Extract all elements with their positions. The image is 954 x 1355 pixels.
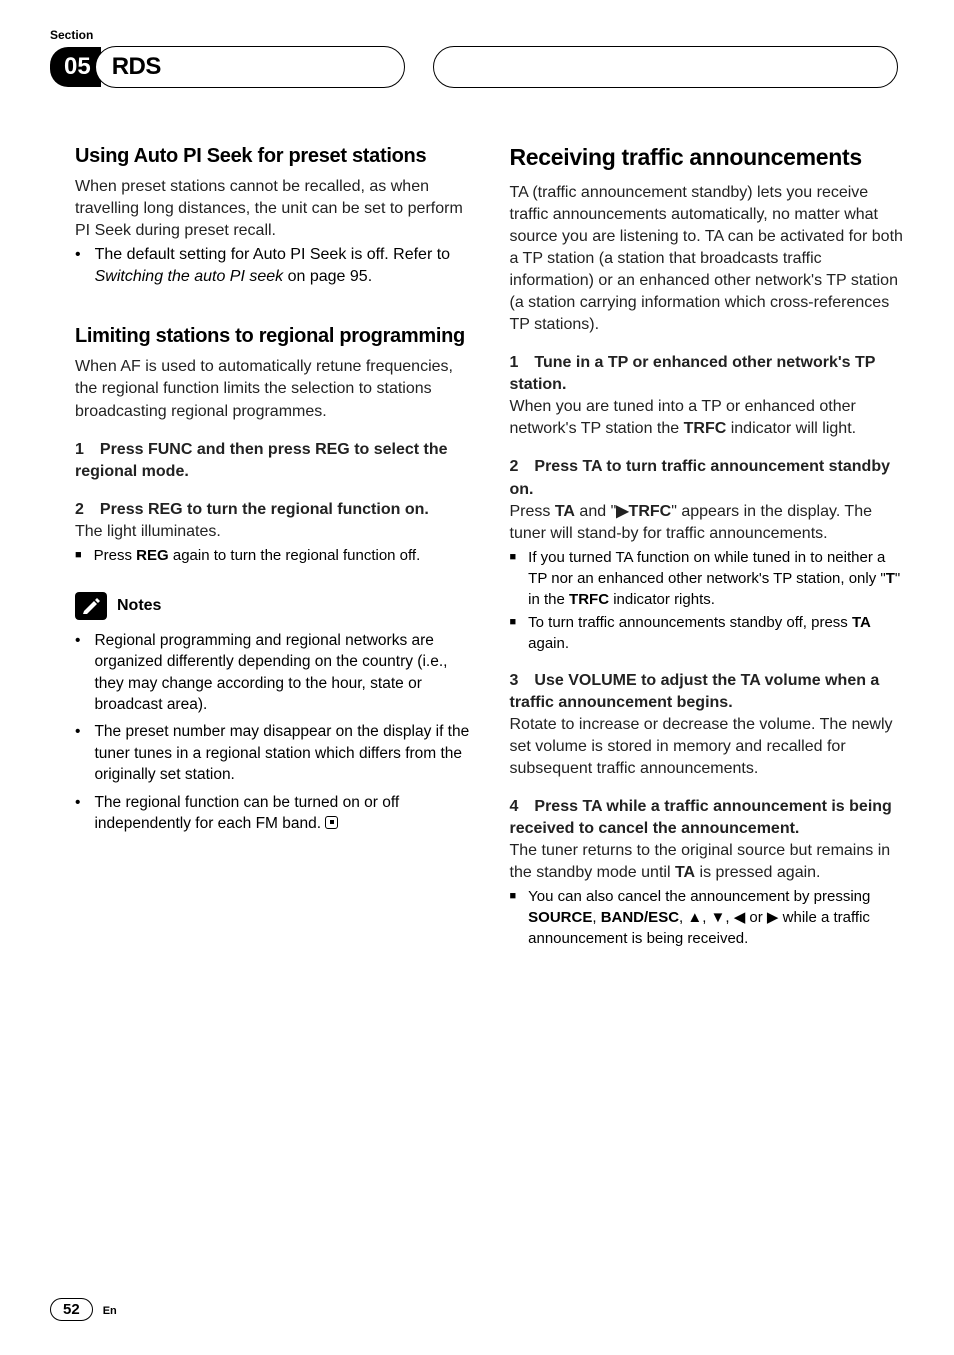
text: Press	[510, 503, 555, 520]
text-bold: TRFC	[569, 591, 609, 608]
notes-list: • Regional programming and regional netw…	[75, 630, 470, 834]
text-bold: T	[886, 570, 895, 587]
text: The default setting for Auto PI Seek is …	[95, 246, 450, 263]
step-2-head: 2 Press REG to turn the regional functio…	[75, 499, 470, 521]
section-label: Section	[50, 28, 954, 42]
list-item: ■ To turn traffic announcements standby …	[510, 612, 905, 654]
paragraph: When preset stations cannot be recalled,…	[75, 176, 470, 242]
list-item-text: Regional programming and regional networ…	[94, 630, 469, 716]
text-bold: ▶TRFC	[616, 503, 671, 520]
paragraph: When AF is used to automatically retune …	[75, 356, 470, 422]
step-2-body: Press TA and "▶TRFC" appears in the disp…	[510, 501, 905, 545]
text-italic: Switching the auto PI seek	[95, 268, 284, 285]
list-item: • Regional programming and regional netw…	[75, 630, 470, 716]
text: indicator will light.	[726, 420, 856, 437]
step-1-body: When you are tuned into a TP or enhanced…	[510, 396, 905, 440]
bullet-icon: •	[75, 630, 80, 716]
text: again to turn the regional function off.	[169, 547, 421, 564]
square-bullet-icon: ■	[510, 547, 517, 610]
content-columns: Using Auto PI Seek for preset stations W…	[0, 88, 954, 949]
text-bold: TA	[852, 614, 871, 631]
text: indicator rights.	[609, 591, 715, 608]
list-item: • The preset number may disappear on the…	[75, 721, 470, 785]
page-footer: 52 En	[50, 1298, 117, 1321]
list-item-text: The default setting for Auto PI Seek is …	[95, 244, 470, 288]
notes-header: Notes	[75, 592, 470, 620]
list-item: ■ If you turned TA function on while tun…	[510, 547, 905, 610]
section-row: 05 RDS	[50, 46, 954, 88]
square-bullet-icon: ■	[510, 612, 517, 654]
text: on page 95.	[283, 268, 372, 285]
right-column: Receiving traffic announcements TA (traf…	[510, 144, 905, 949]
list-item-text: The preset number may disappear on the d…	[94, 721, 469, 785]
text-bold: TA	[675, 864, 695, 881]
step-1-head: 1 Press FUNC and then press REG to selec…	[75, 439, 470, 483]
header-right-pill	[433, 46, 898, 88]
text: You can also cancel the announcement by …	[528, 888, 870, 905]
text: If you turned TA function on while tuned…	[528, 549, 886, 587]
text: ,	[592, 909, 600, 926]
step-4-head: 4 Press TA while a traffic announcement …	[510, 796, 905, 840]
text: Press	[94, 547, 137, 564]
list-item-text: Press REG again to turn the regional fun…	[94, 545, 421, 566]
notes-label: Notes	[117, 597, 161, 615]
text: again.	[528, 635, 569, 652]
bullet-icon: •	[75, 792, 80, 835]
text: and "	[575, 503, 616, 520]
paragraph: TA (traffic announcement standby) lets y…	[510, 182, 905, 337]
text-bold: REG	[136, 547, 169, 564]
heading-receiving-traffic: Receiving traffic announcements	[510, 144, 905, 172]
text-bold: SOURCE	[528, 909, 592, 926]
step-3-head: 3 Use VOLUME to adjust the TA volume whe…	[510, 670, 905, 714]
heading-auto-pi-seek: Using Auto PI Seek for preset stations	[75, 144, 470, 168]
list-item-text: The regional function can be turned on o…	[94, 792, 469, 835]
heading-limiting-stations: Limiting stations to regional programmin…	[75, 324, 470, 348]
list-item-text: If you turned TA function on while tuned…	[528, 547, 904, 610]
text-bold: TRFC	[684, 420, 727, 437]
end-mark-icon	[325, 816, 338, 829]
list-item: ■ Press REG again to turn the regional f…	[75, 545, 470, 566]
bullet-icon: •	[75, 721, 80, 785]
step-1-head: 1 Tune in a TP or enhanced other network…	[510, 352, 905, 396]
page-header: Section 05 RDS	[0, 0, 954, 88]
section-title: RDS	[95, 46, 405, 88]
step-4-body: The tuner returns to the original source…	[510, 840, 905, 884]
list-item: ■ You can also cancel the announcement b…	[510, 886, 905, 949]
pencil-icon	[75, 592, 107, 620]
left-column: Using Auto PI Seek for preset stations W…	[75, 144, 470, 949]
square-bullet-icon: ■	[510, 886, 517, 949]
page-number: 52	[50, 1298, 93, 1321]
step-2-body: The light illuminates.	[75, 521, 470, 543]
list-item: • The default setting for Auto PI Seek i…	[75, 244, 470, 288]
square-bullet-icon: ■	[75, 545, 82, 566]
text: To turn traffic announcements standby of…	[528, 614, 852, 631]
list-item-text: You can also cancel the announcement by …	[528, 886, 904, 949]
list-item-text: To turn traffic announcements standby of…	[528, 612, 904, 654]
list-item: • The regional function can be turned on…	[75, 792, 470, 835]
language-label: En	[103, 1305, 117, 1317]
text: The regional function can be turned on o…	[94, 794, 399, 832]
text-bold: BAND/ESC	[601, 909, 679, 926]
section-number-badge: 05	[50, 47, 101, 87]
text-bold: TA	[555, 503, 575, 520]
text: is pressed again.	[695, 864, 820, 881]
step-3-body: Rotate to increase or decrease the volum…	[510, 714, 905, 780]
bullet-icon: •	[75, 244, 81, 288]
step-2-head: 2 Press TA to turn traffic announcement …	[510, 456, 905, 500]
